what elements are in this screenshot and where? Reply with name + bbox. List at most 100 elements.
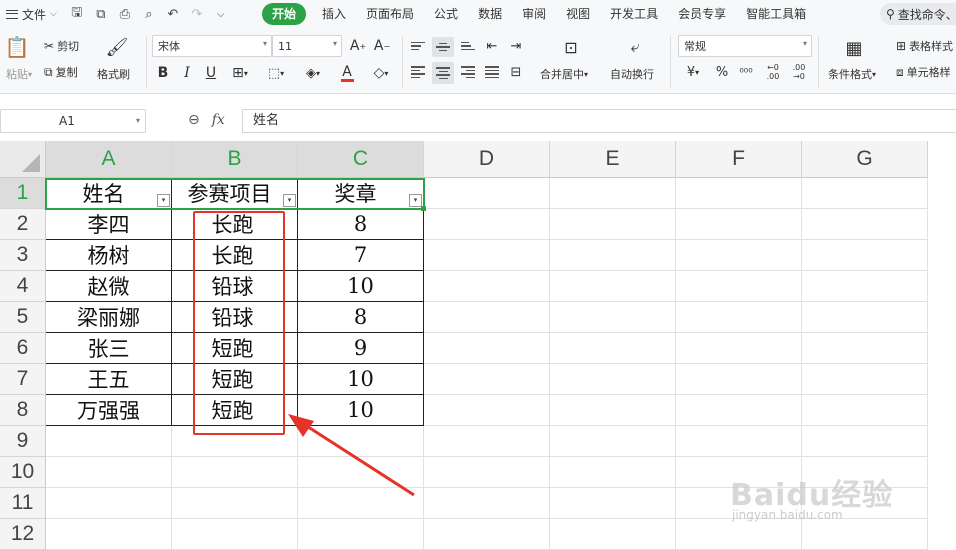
cell-d5[interactable] <box>424 302 550 333</box>
cell-e10[interactable] <box>550 457 676 488</box>
decrease-font-icon[interactable]: A − <box>372 36 392 56</box>
cell-g9[interactable] <box>802 426 928 457</box>
cell-g8[interactable] <box>802 395 928 426</box>
cell-d4[interactable] <box>424 271 550 302</box>
cell-c12[interactable] <box>298 519 424 550</box>
font-size-select[interactable]: 11 ▾ <box>272 35 342 57</box>
cell-f5[interactable] <box>676 302 802 333</box>
cell-f3[interactable] <box>676 240 802 271</box>
cell-f2[interactable] <box>676 209 802 240</box>
cell-a9[interactable] <box>46 426 172 457</box>
cell-c6[interactable]: 9 <box>298 333 424 364</box>
align-top-icon[interactable] <box>408 37 428 55</box>
cell-f7[interactable] <box>676 364 802 395</box>
cell-e7[interactable] <box>550 364 676 395</box>
tab-formulas[interactable]: 公式 <box>424 3 468 25</box>
align-middle-icon[interactable] <box>432 37 454 57</box>
row-header-10[interactable]: 10 <box>0 457 46 488</box>
cell-a3[interactable]: 杨树 <box>46 240 172 271</box>
print-icon[interactable]: ⎙ <box>117 7 133 22</box>
thousands-icon[interactable]: ⁰⁰⁰ <box>736 63 756 81</box>
align-right-icon[interactable] <box>458 63 478 81</box>
merge-center-icon[interactable]: ⊡ <box>560 36 582 58</box>
cell-b10[interactable] <box>172 457 298 488</box>
cell-g2[interactable] <box>802 209 928 240</box>
cell-c5[interactable]: 8 <box>298 302 424 333</box>
cell-a8[interactable]: 万强强 <box>46 395 172 426</box>
cell-d9[interactable] <box>424 426 550 457</box>
cell-d12[interactable] <box>424 519 550 550</box>
tab-home[interactable]: 开始 <box>262 3 307 25</box>
tab-insert[interactable]: 插入 <box>312 3 356 25</box>
zoom-icon[interactable]: ⊖ <box>188 112 200 128</box>
decrease-decimal-icon[interactable]: .00 →0 <box>788 61 810 83</box>
cell-e2[interactable] <box>550 209 676 240</box>
column-header-b[interactable]: B <box>172 141 298 178</box>
copy-button[interactable]: ⧉ 复制 <box>44 63 78 81</box>
cell-c4[interactable]: 10 <box>298 271 424 302</box>
column-header-d[interactable]: D <box>424 141 550 178</box>
cell-g12[interactable] <box>802 519 928 550</box>
tab-view[interactable]: 视图 <box>556 3 600 25</box>
tab-member[interactable]: 会员专享 <box>668 3 736 25</box>
row-header-7[interactable]: 7 <box>0 364 46 395</box>
column-header-c[interactable]: C <box>298 141 424 178</box>
row-header-9[interactable]: 9 <box>0 426 46 457</box>
cell-a4[interactable]: 赵微 <box>46 271 172 302</box>
cell-f1[interactable] <box>676 178 802 209</box>
row-header-8[interactable]: 8 <box>0 395 46 426</box>
paste-button[interactable]: 粘贴 ▾ <box>0 66 38 82</box>
cell-a12[interactable] <box>46 519 172 550</box>
tab-review[interactable]: 审阅 <box>512 3 556 25</box>
justify-icon[interactable] <box>482 63 502 81</box>
cell-b12[interactable] <box>172 519 298 550</box>
cell-c2[interactable]: 8 <box>298 209 424 240</box>
cell-a6[interactable]: 张三 <box>46 333 172 364</box>
formula-input[interactable]: 姓名 <box>242 109 956 133</box>
font-name-select[interactable]: 宋体 ▾ <box>152 35 272 57</box>
cell-f4[interactable] <box>676 271 802 302</box>
fill-color-icon[interactable]: ◈ ▾ <box>298 63 328 83</box>
underline-button[interactable]: U <box>202 63 220 83</box>
cell-e5[interactable] <box>550 302 676 333</box>
cell-d1[interactable] <box>424 178 550 209</box>
currency-icon[interactable]: ¥ ▾ <box>680 63 706 81</box>
command-search[interactable]: ⚲ 查找命令、 <box>880 3 956 25</box>
fx-icon[interactable]: fx <box>212 112 225 128</box>
cell-style-button[interactable]: ⧈ 单元格样 <box>896 63 951 81</box>
conditional-format-icon[interactable]: ▦ <box>842 36 866 60</box>
cell-a11[interactable] <box>46 488 172 519</box>
paste-icon[interactable]: 📋 <box>4 34 30 60</box>
undo-icon[interactable]: ↶ <box>165 7 181 22</box>
cell-g3[interactable] <box>802 240 928 271</box>
cell-d8[interactable] <box>424 395 550 426</box>
save-icon[interactable]: 🖫 <box>69 3 85 25</box>
cell-d2[interactable] <box>424 209 550 240</box>
cell-f8[interactable] <box>676 395 802 426</box>
increase-decimal-icon[interactable]: ←0.00 <box>762 61 784 83</box>
cell-g1[interactable] <box>802 178 928 209</box>
cell-g4[interactable] <box>802 271 928 302</box>
cell-g6[interactable] <box>802 333 928 364</box>
merge-center-button[interactable]: 合并居中 ▾ <box>540 66 588 82</box>
cell-g5[interactable] <box>802 302 928 333</box>
cell-e12[interactable] <box>550 519 676 550</box>
italic-button[interactable]: I <box>178 63 196 83</box>
row-header-2[interactable]: 2 <box>0 209 46 240</box>
bold-button[interactable]: B <box>154 63 172 83</box>
clear-format-icon[interactable]: ◇ ▾ <box>366 63 396 83</box>
cell-d6[interactable] <box>424 333 550 364</box>
font-color-icon[interactable]: A <box>334 63 360 83</box>
tab-smart-toolbox[interactable]: 智能工具箱 <box>736 3 816 25</box>
row-header-3[interactable]: 3 <box>0 240 46 271</box>
cell-e8[interactable] <box>550 395 676 426</box>
print-preview-icon[interactable]: ⌕ <box>141 7 157 22</box>
column-header-g[interactable]: G <box>802 141 928 178</box>
cell-a5[interactable]: 梁丽娜 <box>46 302 172 333</box>
format-painter-icon[interactable]: 🖌 <box>104 34 130 60</box>
cell-e11[interactable] <box>550 488 676 519</box>
cell-d7[interactable] <box>424 364 550 395</box>
distributed-align-icon[interactable]: ⊟ <box>506 63 526 81</box>
row-header-1[interactable]: 1 <box>0 178 46 209</box>
conditional-format-button[interactable]: 条件格式 ▾ <box>828 66 876 82</box>
